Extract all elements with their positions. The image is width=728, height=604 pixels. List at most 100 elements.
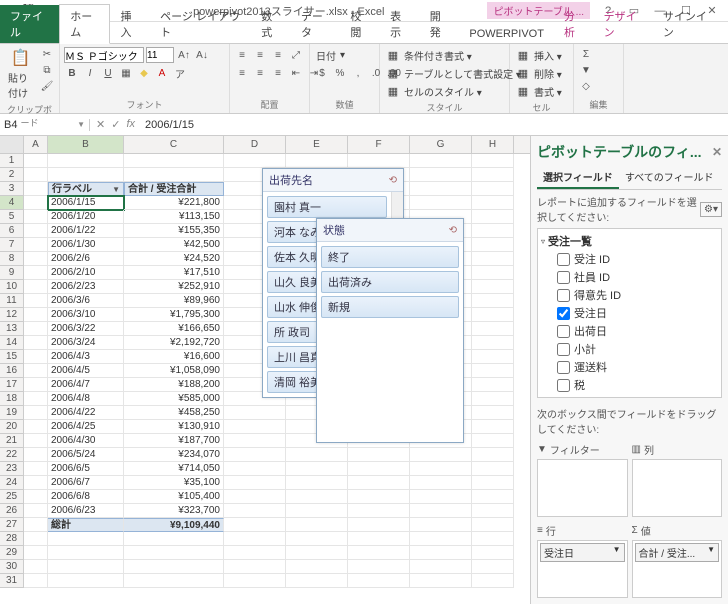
cell[interactable]	[472, 378, 514, 392]
cell[interactable]: 2006/4/5	[48, 364, 124, 378]
cell[interactable]	[286, 476, 348, 490]
field-item[interactable]: 出荷日	[541, 322, 718, 340]
row-header[interactable]: 29	[0, 546, 24, 560]
cell[interactable]	[472, 462, 514, 476]
cell[interactable]: 2006/4/8	[48, 392, 124, 406]
row-header[interactable]: 9	[0, 266, 24, 280]
cell[interactable]	[348, 490, 410, 504]
cell[interactable]	[410, 196, 472, 210]
row-header[interactable]: 21	[0, 434, 24, 448]
cell[interactable]	[410, 168, 472, 182]
fx-icon[interactable]: fx	[126, 118, 135, 131]
field-checkbox[interactable]	[557, 325, 570, 338]
font-color-icon[interactable]: A	[154, 65, 170, 81]
cell[interactable]	[348, 518, 410, 532]
cell[interactable]	[24, 518, 48, 532]
cell[interactable]	[410, 518, 472, 532]
cell[interactable]	[348, 574, 410, 588]
row-header[interactable]: 11	[0, 294, 24, 308]
cell[interactable]	[224, 490, 286, 504]
cell[interactable]	[24, 504, 48, 518]
cell[interactable]	[124, 574, 224, 588]
cell[interactable]	[24, 546, 48, 560]
cell[interactable]: ¥155,350	[124, 224, 224, 238]
cell[interactable]	[224, 448, 286, 462]
field-item[interactable]: 社員 ID	[541, 268, 718, 286]
cell[interactable]	[24, 574, 48, 588]
cell[interactable]	[124, 560, 224, 574]
signin-link[interactable]: サインイン	[653, 5, 722, 43]
cell[interactable]	[410, 532, 472, 546]
cell[interactable]	[348, 476, 410, 490]
cell[interactable]: ¥42,500	[124, 238, 224, 252]
tab-home[interactable]: ホーム	[59, 4, 110, 44]
cell[interactable]	[286, 462, 348, 476]
field-checkbox[interactable]	[557, 289, 570, 302]
autosum-icon[interactable]: Σ	[578, 46, 594, 62]
field-checkbox[interactable]	[557, 379, 570, 392]
cell[interactable]	[48, 560, 124, 574]
cell[interactable]	[410, 574, 472, 588]
cell[interactable]: 2006/6/5	[48, 462, 124, 476]
cell[interactable]	[286, 546, 348, 560]
cell[interactable]	[472, 434, 514, 448]
cell[interactable]: 2006/4/25	[48, 420, 124, 434]
cell[interactable]	[224, 420, 286, 434]
cell[interactable]: 2006/5/24	[48, 448, 124, 462]
cell[interactable]	[224, 546, 286, 560]
col-header-G[interactable]: G	[410, 136, 472, 153]
cell[interactable]: 2006/6/23	[48, 504, 124, 518]
cell[interactable]: 2006/4/22	[48, 406, 124, 420]
cell[interactable]	[124, 154, 224, 168]
format-cells-button[interactable]: ▦書式 ▾	[514, 82, 564, 100]
cell[interactable]: ¥166,650	[124, 322, 224, 336]
cell[interactable]: 2006/2/6	[48, 252, 124, 266]
increase-font-icon[interactable]: A↑	[176, 47, 192, 63]
cell[interactable]	[472, 168, 514, 182]
cell[interactable]	[24, 266, 48, 280]
cell[interactable]: ¥221,800	[124, 196, 224, 210]
cell[interactable]: ¥585,000	[124, 392, 224, 406]
cell[interactable]: ¥1,058,090	[124, 364, 224, 378]
cell[interactable]: 2006/3/10	[48, 308, 124, 322]
cell[interactable]	[472, 490, 514, 504]
expand-icon[interactable]: ▿	[541, 237, 545, 246]
align-middle-icon[interactable]: ≡	[252, 47, 268, 63]
cell[interactable]	[348, 532, 410, 546]
row-header[interactable]: 4	[0, 196, 24, 210]
cell[interactable]	[224, 154, 286, 168]
field-item[interactable]: 得意先 ID	[541, 286, 718, 304]
decrease-font-icon[interactable]: A↓	[194, 47, 210, 63]
cell[interactable]	[410, 182, 472, 196]
cell[interactable]	[348, 462, 410, 476]
col-header-E[interactable]: E	[286, 136, 348, 153]
cell[interactable]	[348, 154, 410, 168]
cell[interactable]: ¥252,910	[124, 280, 224, 294]
paste-button[interactable]: 📋貼り付け	[4, 46, 37, 102]
cell[interactable]: ¥17,510	[124, 266, 224, 280]
cell[interactable]	[24, 476, 48, 490]
cell[interactable]	[224, 476, 286, 490]
cell[interactable]	[24, 224, 48, 238]
row-header[interactable]: 25	[0, 490, 24, 504]
cell[interactable]: 2006/4/3	[48, 350, 124, 364]
tab-design[interactable]: デザイン	[594, 5, 653, 43]
field-item[interactable]: 受注日	[541, 304, 718, 322]
font-name-input[interactable]	[64, 47, 144, 63]
slicer-item[interactable]: 出荷済み	[321, 271, 459, 293]
cell[interactable]: 2006/4/7	[48, 378, 124, 392]
cell[interactable]: ¥9,109,440	[124, 518, 224, 532]
cell[interactable]	[24, 294, 48, 308]
cell[interactable]: 合計 / 受注合計	[124, 182, 224, 196]
field-checkbox[interactable]	[557, 253, 570, 266]
cell[interactable]: ¥714,050	[124, 462, 224, 476]
conditional-formatting-button[interactable]: ▦条件付き書式 ▾	[384, 46, 474, 64]
field-item[interactable]: 小計	[541, 340, 718, 358]
cut-icon[interactable]: ✂	[39, 46, 55, 62]
row-header[interactable]: 13	[0, 322, 24, 336]
cell[interactable]	[472, 196, 514, 210]
row-header[interactable]: 10	[0, 280, 24, 294]
slicer-item[interactable]: 園村 真一	[267, 196, 387, 218]
cell[interactable]	[24, 406, 48, 420]
fill-color-icon[interactable]: ◆	[136, 65, 152, 81]
